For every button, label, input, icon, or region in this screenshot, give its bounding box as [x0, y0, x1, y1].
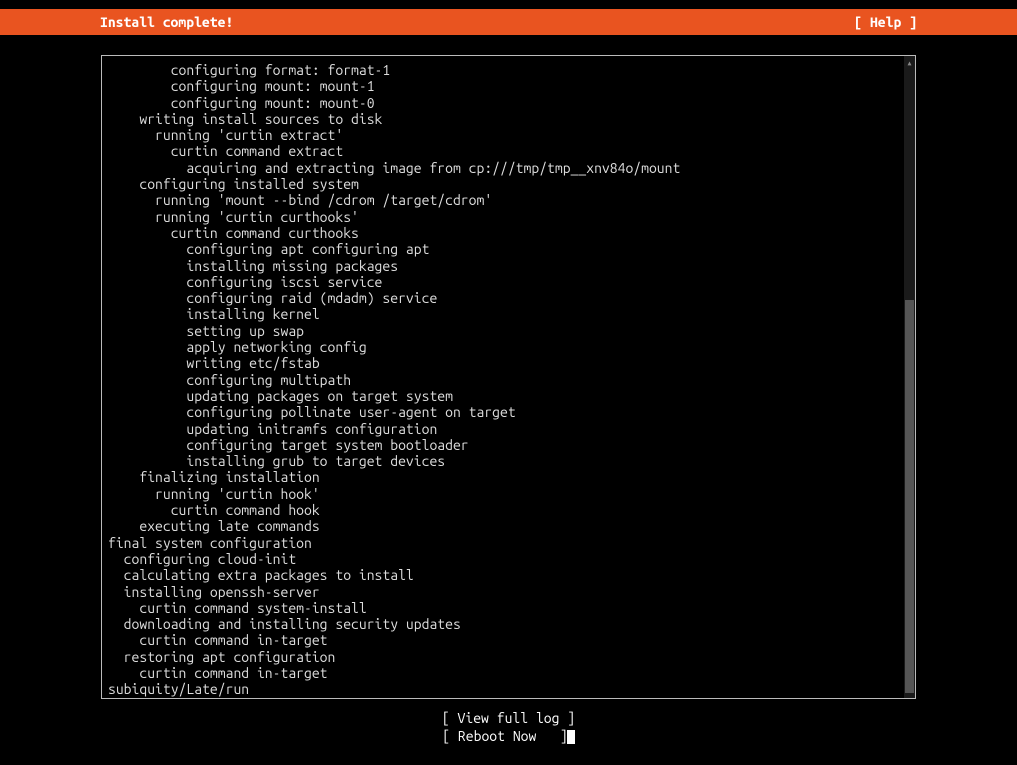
log-line: curtin command system-install	[108, 600, 898, 616]
main-area: configuring format: format-1 configuring…	[0, 35, 1017, 745]
log-line: subiquity/Late/run	[108, 681, 898, 697]
log-line: configuring target system bootloader	[108, 437, 898, 453]
log-line: running 'mount --bind /cdrom /target/cdr…	[108, 192, 898, 208]
log-line: installing openssh-server	[108, 584, 898, 600]
log-line: curtin command in-target	[108, 665, 898, 681]
log-line: setting up swap	[108, 323, 898, 339]
scrollbar-thumb[interactable]	[905, 300, 914, 693]
cursor-icon	[567, 730, 575, 744]
scrollbar[interactable]: ▴	[904, 56, 915, 698]
log-line: configuring pollinate user-agent on targ…	[108, 404, 898, 420]
log-line: writing etc/fstab	[108, 355, 898, 371]
log-line: configuring installed system	[108, 176, 898, 192]
log-line: calculating extra packages to install	[108, 567, 898, 583]
log-line: curtin command in-target	[108, 632, 898, 648]
log-line: configuring cloud-init	[108, 551, 898, 567]
log-line: configuring raid (mdadm) service	[108, 290, 898, 306]
header-title: Install complete!	[100, 14, 233, 30]
log-line: configuring multipath	[108, 372, 898, 388]
log-line: updating packages on target system	[108, 388, 898, 404]
view-full-log-button[interactable]: [ View full log ]	[442, 710, 575, 726]
log-line: restoring apt configuration	[108, 649, 898, 665]
log-line: running 'curtin hook'	[108, 486, 898, 502]
log-line: updating initramfs configuration	[108, 421, 898, 437]
log-line: acquiring and extracting image from cp:/…	[108, 160, 898, 176]
log-line: configuring apt configuring apt	[108, 241, 898, 257]
log-line: running 'curtin curthooks'	[108, 209, 898, 225]
log-line: curtin command hook	[108, 502, 898, 518]
log-content: configuring format: format-1 configuring…	[102, 56, 904, 698]
log-line: running 'curtin extract'	[108, 127, 898, 143]
help-button[interactable]: [ Help ]	[854, 14, 917, 30]
log-line: curtin command extract	[108, 143, 898, 159]
log-line: final system configuration	[108, 535, 898, 551]
log-line: installing kernel	[108, 306, 898, 322]
log-line: finalizing installation	[108, 469, 898, 485]
header-bar: Install complete! [ Help ]	[0, 9, 1017, 35]
log-line: installing grub to target devices	[108, 453, 898, 469]
log-line: curtin command curthooks	[108, 225, 898, 241]
action-bar: [ View full log ] [ Reboot Now ]	[101, 709, 916, 745]
install-log: configuring format: format-1 configuring…	[101, 55, 916, 699]
log-line: installing missing packages	[108, 258, 898, 274]
log-line: executing late commands	[108, 518, 898, 534]
log-line: configuring iscsi service	[108, 274, 898, 290]
reboot-now-button[interactable]: [ Reboot Now ]	[442, 728, 567, 744]
log-line: downloading and installing security upda…	[108, 616, 898, 632]
log-line: configuring mount: mount-0	[108, 95, 898, 111]
log-line: apply networking config	[108, 339, 898, 355]
log-line: configuring format: format-1	[108, 62, 898, 78]
scroll-up-arrow[interactable]: ▴	[904, 58, 915, 68]
log-line: configuring mount: mount-1	[108, 78, 898, 94]
log-line: writing install sources to disk	[108, 111, 898, 127]
